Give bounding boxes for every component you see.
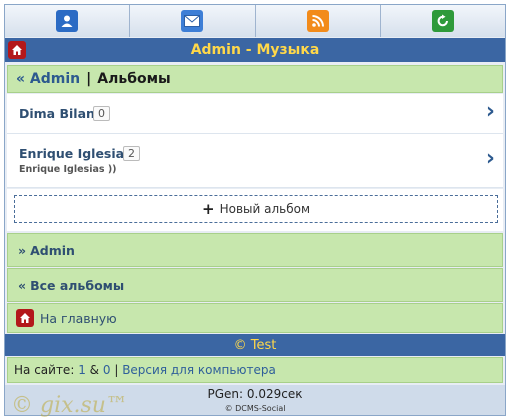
rss-icon [306, 10, 329, 32]
home-link-label: На главную [40, 310, 117, 326]
double-chevron-left-icon: « [16, 71, 26, 87]
user-icon [56, 10, 79, 32]
rss-button[interactable] [255, 5, 381, 37]
chevron-right-icon: › [485, 146, 495, 171]
album-count-badge: 0 [93, 106, 110, 121]
owner-link-label: Admin [30, 242, 75, 258]
breadcrumb-current: Альбомы [97, 71, 171, 87]
page-title: Admin - Музыка [190, 42, 320, 58]
refresh-button[interactable] [380, 5, 505, 37]
double-chevron-left-icon: « [18, 277, 27, 293]
album-list: Dima Bilan 0 › Enrique Iglesias 2 Enriqu… [7, 94, 503, 188]
page-gen-time: PGen: 0.029сек [5, 385, 505, 403]
new-album-button[interactable]: + Новый альбом [14, 195, 498, 223]
all-albums-label: Все альбомы [30, 277, 125, 293]
online-separator: | [114, 363, 119, 377]
refresh-icon [431, 10, 454, 32]
online-guests-link[interactable]: 0 [103, 363, 111, 377]
breadcrumb-back-link[interactable]: « Admin [16, 71, 80, 87]
site-name-bar[interactable]: © Test [5, 334, 505, 356]
album-name: Dima Bilan [19, 106, 95, 121]
album-name: Enrique Iglesias [19, 146, 132, 161]
owner-link[interactable]: » Admin [7, 233, 503, 267]
top-icon-bar [5, 5, 505, 37]
chevron-right-icon: › [485, 99, 495, 124]
title-bar: Admin - Музыка [5, 38, 505, 62]
album-item[interactable]: Enrique Iglesias 2 Enrique Iglesias )) › [7, 134, 503, 188]
mail-icon [181, 10, 204, 32]
breadcrumb: « Admin | Альбомы [7, 65, 503, 93]
home-link[interactable]: На главную [7, 303, 503, 333]
mail-button[interactable] [130, 5, 256, 37]
page-frame: Admin - Музыка « Admin | Альбомы Dima Bi… [4, 4, 506, 418]
new-album-label: Новый альбом [219, 202, 310, 216]
double-chevron-right-icon: » [18, 242, 27, 258]
album-count-badge: 2 [123, 146, 140, 161]
album-item[interactable]: Dima Bilan 0 › [7, 94, 503, 134]
online-amp: & [89, 363, 100, 377]
online-users-link[interactable]: 1 [78, 363, 86, 377]
breadcrumb-separator: | [86, 71, 92, 87]
online-bar: На сайте: 1 & 0 | Версия для компьютера [7, 357, 503, 383]
plus-icon: + [202, 200, 215, 218]
copyright: © DCMS-Social [5, 403, 505, 415]
home-icon [16, 309, 34, 327]
breadcrumb-back-label: Admin [29, 71, 81, 87]
profile-button[interactable] [5, 5, 131, 37]
home-icon[interactable] [8, 41, 26, 59]
site-name: © Test [233, 337, 277, 353]
album-description: Enrique Iglesias )) [19, 164, 117, 175]
online-prefix: На сайте: [14, 363, 75, 377]
all-albums-link[interactable]: « Все альбомы [7, 268, 503, 302]
desktop-version-link[interactable]: Версия для компьютера [122, 363, 276, 377]
